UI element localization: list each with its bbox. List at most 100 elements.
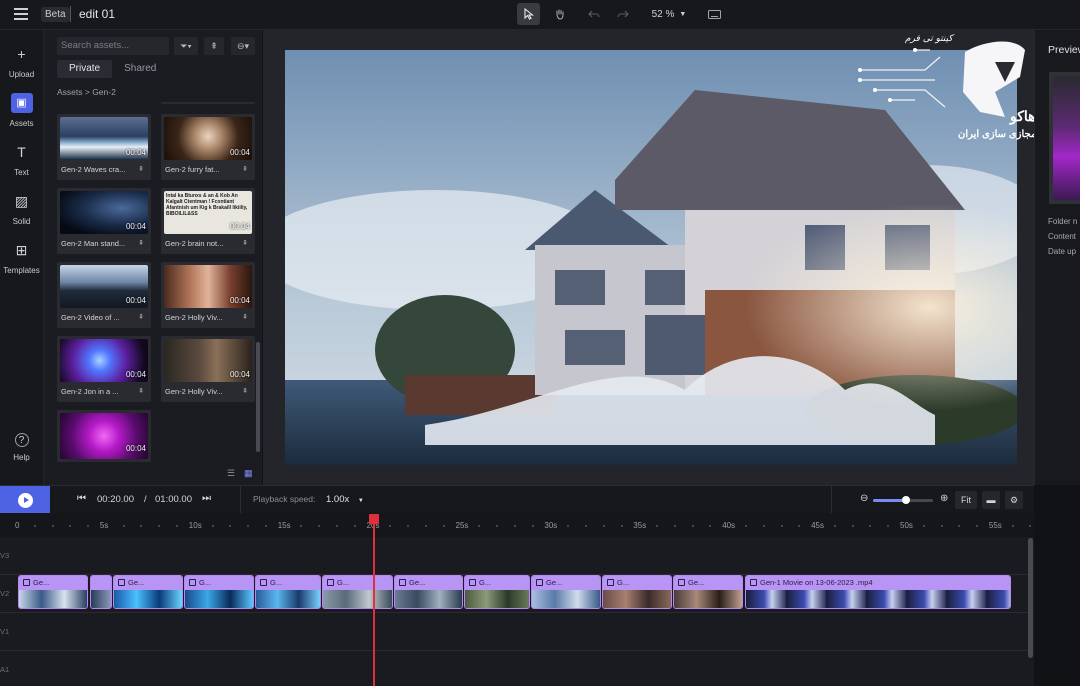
assets-scrollbar[interactable] — [256, 342, 260, 452]
asset-duration: 00:04 — [229, 296, 250, 305]
clip-header: Gen-1 Movie on 13-06-2023 .mp4 — [746, 576, 1010, 590]
timeline-clip[interactable]: Gen-1 Movie on 13-06-2023 .mp4 — [745, 575, 1011, 609]
track-v1[interactable]: V1 — [0, 613, 1034, 651]
hand-tool-button[interactable] — [548, 3, 571, 25]
playhead[interactable] — [369, 514, 379, 686]
clip-label: Gen-1 Movie on 13-06-2023 .mp4 — [760, 578, 873, 587]
ruler-tick-dot — [407, 525, 410, 527]
rail-assets[interactable]: ▣ Assets — [0, 93, 43, 128]
timeline-clip[interactable]: G... — [464, 575, 530, 609]
rail-assets-label: Assets — [9, 119, 34, 128]
ruler-tick-dot — [976, 525, 979, 527]
asset-card[interactable]: 00:04 Gen-2 Video of ... ⇞ — [57, 262, 151, 328]
timeline-clip[interactable]: Ge... — [531, 575, 601, 609]
timeline-clip[interactable] — [90, 575, 112, 609]
pin-icon[interactable]: ⇞ — [242, 387, 248, 395]
timeline-clip[interactable]: Ge... — [394, 575, 463, 609]
timeline-clip[interactable]: G... — [602, 575, 672, 609]
select-tool-button[interactable] — [517, 3, 540, 25]
timeline-clip[interactable]: G... — [184, 575, 254, 609]
timeline-settings-button[interactable]: ⚙ — [1005, 491, 1023, 509]
speed-dropdown[interactable]: 1.00x ▼ — [326, 494, 364, 505]
ruler-tick-dot — [247, 525, 250, 527]
asset-card[interactable]: 00:04 Gen-2 Waves cra... ⇞ — [57, 114, 151, 180]
filter-button[interactable]: ⏷▾ — [174, 37, 198, 55]
asset-duration: 00:04 — [125, 296, 146, 305]
pin-icon[interactable]: ⇞ — [138, 387, 144, 395]
breadcrumb[interactable]: Assets > Gen-2 — [57, 87, 116, 97]
more-options-button[interactable]: ⊖▾ — [231, 37, 255, 55]
timeline-clip[interactable]: G... — [322, 575, 393, 609]
clip-video-icon — [607, 579, 614, 586]
pin-icon[interactable]: ⇞ — [138, 239, 144, 247]
rail-help-label: Help — [13, 453, 30, 462]
pin-icon[interactable]: ⇞ — [242, 313, 248, 321]
timeline-clip[interactable]: Ge... — [113, 575, 183, 609]
asset-card[interactable]: 00:04 Gen-2 Holly Viv... ⇞ — [161, 336, 255, 402]
rail-upload[interactable]: + Upload — [0, 44, 43, 79]
ruler-tick-dot — [211, 525, 214, 527]
zoom-in-icon[interactable]: ⊕ — [940, 493, 948, 504]
play-icon — [17, 492, 33, 508]
ruler-tick-dot — [780, 525, 783, 527]
asset-card[interactable]: 00:04 Gen-2 furry fat... ⇞ — [161, 114, 255, 180]
rail-help[interactable]: ? Help — [0, 433, 43, 462]
undo-button[interactable] — [582, 3, 605, 25]
asset-card[interactable]: 00:04 Gen-2 Holly Viv... ⇞ — [161, 262, 255, 328]
clip-label: G... — [337, 578, 350, 587]
ruler-tick-dot — [922, 525, 925, 527]
pin-icon[interactable]: ⇞ — [242, 165, 248, 173]
asset-card-partial[interactable] — [161, 102, 255, 104]
logo-script-text: کینتو تی فرم — [905, 34, 953, 44]
asset-duration: 00:04 — [125, 370, 146, 379]
tab-private[interactable]: Private — [57, 60, 113, 78]
keyboard-shortcuts-button[interactable] — [703, 3, 726, 25]
search-input[interactable]: Search assets... — [57, 37, 169, 55]
clip-filmstrip — [674, 590, 742, 608]
redo-icon — [616, 10, 629, 18]
ruler-tick-label: 50s — [900, 521, 913, 530]
play-button[interactable] — [0, 486, 50, 514]
timeline-scrollbar[interactable] — [1028, 538, 1033, 658]
pin-icon[interactable]: ⇞ — [138, 313, 144, 321]
zoom-out-icon[interactable]: ⊖ — [860, 493, 868, 504]
skip-forward-icon[interactable]: ⏭ — [202, 493, 211, 504]
rail-text[interactable]: T Text — [0, 142, 43, 177]
timeline-clip[interactable]: Ge... — [18, 575, 88, 609]
ruler-tick-label: 10s — [188, 521, 202, 530]
rail-templates[interactable]: ⊞ Templates — [0, 240, 43, 275]
menu-icon[interactable] — [14, 8, 28, 20]
asset-card[interactable]: 00:04 Gen-2 Jon in a ... ⇞ — [57, 336, 151, 402]
list-view-icon[interactable]: ☰ — [227, 468, 239, 478]
tab-shared[interactable]: Shared — [112, 60, 168, 78]
timeline-clip[interactable]: Ge... — [673, 575, 743, 609]
pin-icon[interactable]: ⇞ — [138, 165, 144, 173]
collapse-button[interactable]: ▬ — [982, 491, 1000, 509]
clip-video-icon — [469, 579, 476, 586]
zoom-dropdown[interactable]: 52 % ▼ — [646, 3, 692, 25]
asset-duration: 00:04 — [125, 444, 146, 453]
templates-icon: ⊞ — [15, 242, 28, 258]
asset-card[interactable]: 00:04 — [57, 410, 151, 462]
timeline-zoom-slider[interactable] — [873, 496, 933, 504]
ruler-tick-label: 35s — [633, 521, 647, 530]
fit-button[interactable]: Fit — [955, 491, 977, 509]
rail-solid[interactable]: ▨ Solid — [0, 191, 43, 226]
timeline-ruler[interactable]: 05s10s15s20s25s30s35s40s45s50s55s — [0, 513, 1034, 537]
track-v3[interactable]: V3 — [0, 537, 1034, 575]
clip-header: G... — [185, 576, 253, 590]
gear-icon: ⚙ — [1009, 494, 1019, 505]
skip-back-icon[interactable]: ⏮ — [77, 493, 86, 504]
timeline-clip[interactable]: G... — [255, 575, 321, 609]
asset-card[interactable]: Intal ka Btunxs & an & Kob An Kalgalt Ct… — [161, 188, 255, 254]
pin-filter-button[interactable]: ⇞ — [204, 37, 224, 55]
asset-card[interactable]: 00:04 Gen-2 Man stand... ⇞ — [57, 188, 151, 254]
track-a1[interactable]: A1 — [0, 651, 1034, 686]
redo-button[interactable] — [611, 3, 634, 25]
pin-icon[interactable]: ⇞ — [242, 239, 248, 247]
grid-view-icon[interactable]: ▦ — [244, 468, 256, 478]
slider-knob[interactable] — [902, 496, 910, 504]
project-title[interactable]: edit 01 — [79, 7, 115, 21]
asset-label: Gen-2 Holly Viv... — [165, 313, 223, 322]
playhead-handle[interactable] — [369, 514, 379, 524]
